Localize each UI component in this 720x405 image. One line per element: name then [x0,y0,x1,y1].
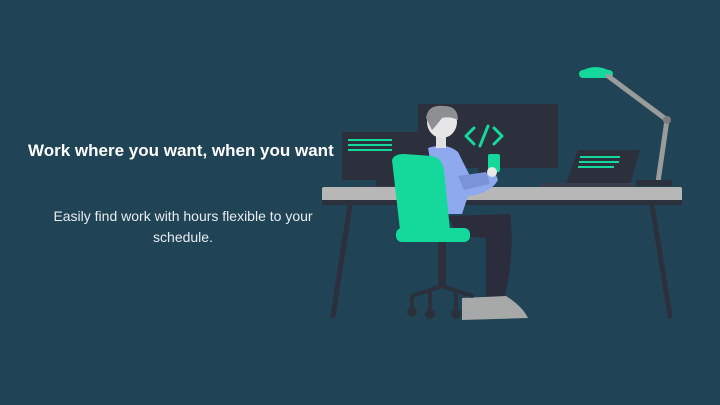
onboarding-slide: Work where you want, when you want Easil… [0,0,720,405]
remote-work-illustration [322,67,682,320]
